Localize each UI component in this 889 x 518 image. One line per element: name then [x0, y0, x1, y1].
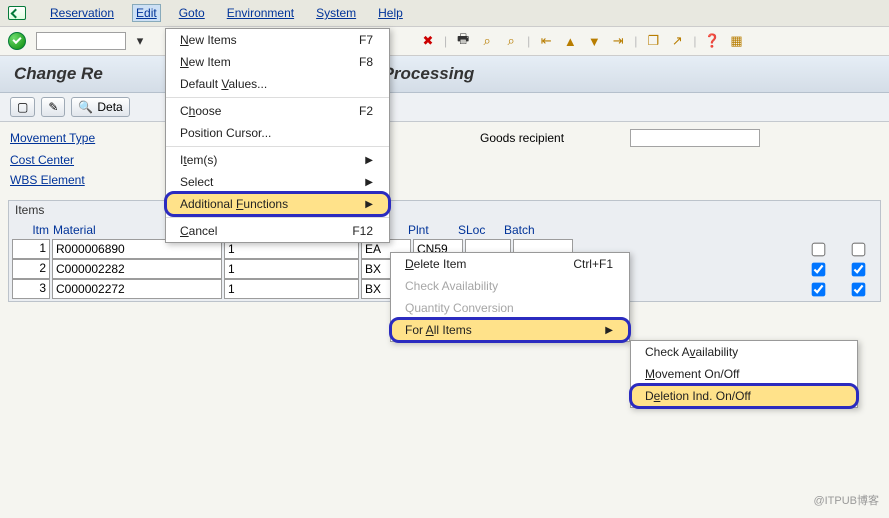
menu-help[interactable]: Help	[374, 4, 407, 22]
menu-bar: Reservation Edit Goto Environment System…	[0, 0, 889, 27]
menu-edit[interactable]: Edit	[132, 4, 161, 22]
submenu-check-availability: Check Availability	[391, 275, 629, 297]
menu-additional-functions[interactable]: Additional Functions▶	[166, 193, 389, 215]
change-button[interactable]: ✎	[41, 97, 65, 117]
row-check-2[interactable]	[852, 282, 866, 296]
dropdown-icon[interactable]: ▾	[130, 31, 150, 51]
menu-system[interactable]: System	[312, 4, 360, 22]
submenu-quantity-conversion: Quantity Conversion	[391, 297, 629, 319]
edit-dropdown: New ItemsF7 New ItemF8 Default Values...…	[165, 28, 390, 243]
command-field[interactable]	[36, 32, 126, 50]
enter-icon[interactable]	[8, 32, 26, 50]
menu-new-item[interactable]: New ItemF8	[166, 51, 389, 73]
cancel-icon[interactable]: ✖	[418, 31, 438, 51]
details-button[interactable]: 🔍Deta	[71, 97, 129, 117]
cell-material[interactable]: C000002282	[52, 259, 222, 279]
menu-new-items[interactable]: New ItemsF7	[166, 29, 389, 51]
additional-functions-submenu: Delete ItemCtrl+F1 Check Availability Qu…	[390, 252, 630, 342]
movement-type-label: Movement Type	[10, 131, 150, 145]
find-icon[interactable]: ⌕	[477, 31, 497, 51]
submenu-fai-deletion-ind-onoff[interactable]: Deletion Ind. On/Off	[631, 385, 857, 407]
first-page-icon[interactable]: ⇤	[536, 31, 556, 51]
menu-reservation[interactable]: Reservation	[46, 4, 118, 22]
col-itm: Itm	[11, 223, 53, 237]
page-title: Change Rexxxxxxxxxxxxxxxxx16 : Collectiv…	[14, 64, 875, 84]
form-area: Movement Type Goods recipient Cost Cente…	[0, 122, 889, 194]
page-header: Change Rexxxxxxxxxxxxxxxxx16 : Collectiv…	[0, 56, 889, 93]
cell-quantity[interactable]: 1	[224, 259, 359, 279]
grid-header: Itm Material Quantity in UnE Plnt SLoc B…	[11, 221, 878, 239]
row-check-2[interactable]	[852, 262, 866, 276]
submenu-for-all-items[interactable]: For All Items▶	[391, 319, 629, 341]
help-icon[interactable]: ❓	[703, 31, 723, 51]
wbs-element-label: WBS Element	[10, 173, 150, 187]
new-session-icon[interactable]: ❐	[643, 31, 663, 51]
cell-itm[interactable]: 3	[12, 279, 50, 299]
items-panel-title: Items	[9, 201, 880, 219]
cell-material[interactable]: C000002272	[52, 279, 222, 299]
menu-goto[interactable]: Goto	[175, 4, 209, 22]
shortcut-icon[interactable]: ↗	[667, 31, 687, 51]
app-toolbar: ▢ ✎ 🔍Deta	[0, 93, 889, 122]
for-all-items-submenu: Check Availability Movement On/Off Delet…	[630, 340, 858, 408]
menu-cancel[interactable]: CancelF12	[166, 220, 389, 242]
print-icon[interactable]: 🖶	[453, 31, 473, 51]
create-button[interactable]: ▢	[10, 97, 35, 117]
col-batch: Batch	[504, 223, 564, 237]
last-page-icon[interactable]: ⇥	[608, 31, 628, 51]
submenu-fai-movement-onoff[interactable]: Movement On/Off	[631, 363, 857, 385]
row-check-1[interactable]	[812, 242, 826, 256]
goods-recipient-label: Goods recipient	[480, 131, 620, 145]
goods-recipient-input[interactable]	[630, 129, 760, 147]
menu-position-cursor[interactable]: Position Cursor...	[166, 122, 389, 144]
cell-itm[interactable]: 2	[12, 259, 50, 279]
submenu-fai-check-availability[interactable]: Check Availability	[631, 341, 857, 363]
next-page-icon[interactable]: ▼	[584, 31, 604, 51]
standard-toolbar: ▾ ✖ | 🖶 ⌕ ⌕ | ⇤ ▲ ▼ ⇥ | ❐ ↗ | ❓ ▦	[0, 27, 889, 56]
row-check-1[interactable]	[812, 262, 826, 276]
menu-items[interactable]: Item(s)▶	[166, 149, 389, 171]
menu-default-values[interactable]: Default Values...	[166, 73, 389, 95]
find-next-icon[interactable]: ⌕	[501, 31, 521, 51]
cell-quantity[interactable]: 1	[224, 279, 359, 299]
menu-choose[interactable]: ChooseF2	[166, 100, 389, 122]
back-icon[interactable]	[8, 6, 26, 20]
cell-itm[interactable]: 1	[12, 239, 50, 259]
menu-environment[interactable]: Environment	[223, 4, 298, 22]
cost-center-label: Cost Center	[10, 153, 150, 167]
col-plnt: Plnt	[408, 223, 458, 237]
menu-select[interactable]: Select▶	[166, 171, 389, 193]
row-check-2[interactable]	[852, 242, 866, 256]
layout-icon[interactable]: ▦	[727, 31, 747, 51]
row-check-1[interactable]	[812, 282, 826, 296]
col-sloc: SLoc	[458, 223, 504, 237]
watermark: @ITPUB博客	[813, 492, 879, 508]
submenu-delete-item[interactable]: Delete ItemCtrl+F1	[391, 253, 629, 275]
prev-page-icon[interactable]: ▲	[560, 31, 580, 51]
